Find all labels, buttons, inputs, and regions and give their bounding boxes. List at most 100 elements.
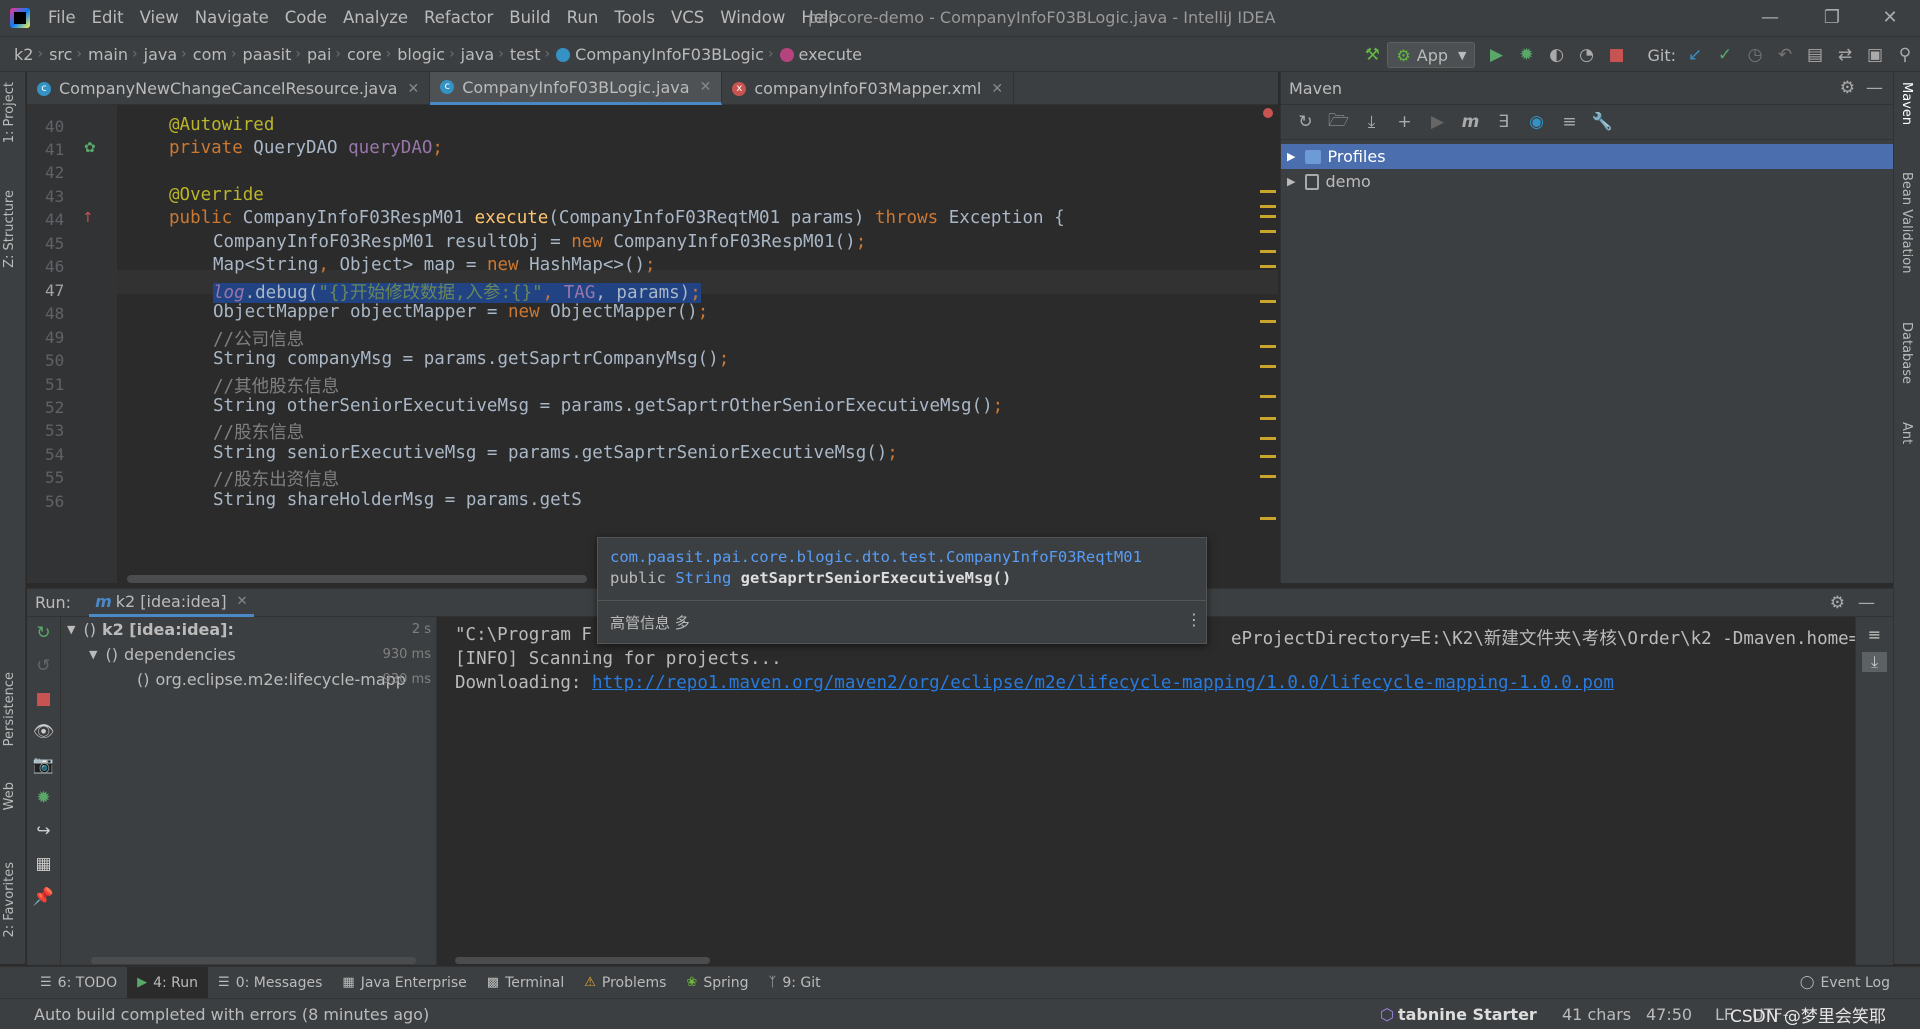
wrench-icon[interactable]: 🔧 [1586,112,1619,132]
search-everywhere-icon[interactable]: ⚲ [1890,40,1920,70]
warning-stripe[interactable] [1260,230,1276,233]
snapshot-icon[interactable]: 📷 [27,749,60,782]
add-folder-icon[interactable]: 🗁 [1322,108,1355,137]
translate-icon[interactable]: ⇄ [1830,40,1860,70]
breadcrumb-class[interactable]: CompanyInfoF03BLogic [550,45,768,64]
favorites-tool-button[interactable]: 2: Favorites [2,862,17,938]
messages-tab[interactable]: ☰ 0: Messages [208,967,332,999]
event-log-tab[interactable]: ◯ Event Log [1790,967,1900,999]
bean-gutter-icon[interactable]: ✿ [84,140,96,156]
breadcrumb-java-pkg[interactable]: java [455,45,499,64]
warning-stripe[interactable] [1260,475,1276,478]
exit-icon[interactable]: ↪ [27,815,60,848]
maven-tree-profiles[interactable]: ▶ Profiles [1281,144,1893,169]
spring-tab[interactable]: ❀ Spring [676,967,758,999]
menu-navigate[interactable]: Navigate [187,0,277,36]
override-gutter-icon[interactable]: ↑ [82,210,94,226]
close-icon[interactable]: ✕ [700,79,712,95]
tree-row-k2[interactable]: ▼ () k2 [idea:idea]: 2 s [61,617,437,642]
breadcrumb-com[interactable]: com [187,45,231,64]
database-tool-button[interactable]: Database [1899,322,1914,384]
warning-stripe[interactable] [1260,300,1276,303]
doc-class-name[interactable]: com.paasit.pai.core.blogic.dto.test.Comp… [610,548,1142,566]
java-enterprise-tab[interactable]: ▦ Java Enterprise [332,967,476,999]
build-hammer-icon[interactable]: ⚒ [1357,40,1387,70]
breadcrumb-method[interactable]: execute [774,45,866,64]
error-indicator-icon[interactable] [1263,108,1273,118]
scroll-to-end-icon[interactable]: ⤓ [1862,652,1887,672]
hide-panel-icon[interactable]: — [1858,593,1875,613]
hide-panel-icon[interactable]: — [1866,78,1883,98]
cursor-position[interactable]: 47:50 [1646,1005,1692,1024]
code-editor[interactable]: 40 41 42 43 44 45 46 47 48 49 50 51 52 5… [27,105,1278,583]
run-tab[interactable]: m k2 [idea:idea] ✕ [89,589,254,617]
tree-row-lifecycle[interactable]: () org.eclipse.m2e:lifecycle-mapp 930 ms [61,667,437,692]
skip-tests-icon[interactable]: ◉ [1520,112,1553,132]
execute-goal-icon[interactable]: m [1454,112,1487,132]
tabnine-status[interactable]: ⬡ tabnine Starter [1380,1005,1537,1024]
console-horizontal-scrollbar[interactable] [455,957,710,964]
git-update-icon[interactable]: ↙ [1680,40,1710,70]
breadcrumb-paasit[interactable]: paasit [237,45,296,64]
ant-tool-button[interactable]: Ant [1899,422,1914,444]
git-commit-icon[interactable]: ✓ [1710,40,1740,70]
warning-stripe[interactable] [1260,455,1276,458]
console-output[interactable]: "C:\Program F eProjectDirectory=E:\K2\新建… [437,617,1884,965]
menu-tools[interactable]: Tools [606,0,663,36]
tab-company-info-f03-mapper[interactable]: x companyInfoF03Mapper.xml ✕ [722,72,1015,105]
soft-wrap-icon[interactable]: ≡ [1856,625,1893,644]
maven-tool-button[interactable]: Maven [1899,82,1914,125]
git-history-icon[interactable]: ◷ [1740,40,1770,70]
menu-view[interactable]: View [132,0,187,36]
collapse-all-icon[interactable]: ≡ [1553,112,1586,132]
warning-stripe[interactable] [1260,417,1276,420]
restore-window-button[interactable]: ❐ [1808,0,1856,36]
warning-stripe[interactable] [1260,265,1276,268]
tree-horizontal-scrollbar[interactable] [91,957,416,964]
project-structure-icon[interactable]: ▤ [1800,40,1830,70]
project-tool-button[interactable]: 1: Project [2,82,17,143]
coverage-icon[interactable]: ◐ [1541,40,1571,70]
close-icon[interactable]: ✕ [237,594,248,609]
download-icon[interactable]: ⤓ [1355,112,1388,132]
close-window-button[interactable]: ✕ [1866,0,1914,36]
debug-icon[interactable]: ✹ [27,782,60,815]
breadcrumb-blogic[interactable]: blogic [391,45,449,64]
warning-stripe[interactable] [1260,320,1276,323]
todo-tab[interactable]: ☰ 6: TODO [30,967,127,999]
menu-edit[interactable]: Edit [84,0,132,36]
breadcrumb-k2[interactable]: k2 [0,45,37,64]
web-tool-button[interactable]: Web [2,782,17,810]
problems-tab[interactable]: ⚠ Problems [574,967,676,999]
expand-arrow-icon[interactable]: ▼ [89,648,97,661]
menu-build[interactable]: Build [501,0,558,36]
menu-refactor[interactable]: Refactor [416,0,501,36]
selection-chars[interactable]: 41 chars [1562,1005,1631,1024]
presentation-icon[interactable]: ▣ [1860,40,1890,70]
rerun-icon[interactable]: ↻ [27,617,60,650]
close-icon[interactable]: ✕ [407,81,419,97]
run-tab-bottom[interactable]: ▶ 4: Run [127,966,209,999]
tree-row-dependencies[interactable]: ▼ () dependencies 930 ms [61,642,437,667]
menu-analyze[interactable]: Analyze [335,0,416,36]
gear-icon[interactable]: ⚙ [1840,78,1855,98]
warning-stripe[interactable] [1260,365,1276,368]
breadcrumb-pai[interactable]: pai [301,45,335,64]
rerun-failed-icon[interactable]: ↺ [27,650,60,683]
menu-window[interactable]: Window [712,0,793,36]
maven-tree-demo[interactable]: ▶ demo [1281,169,1893,194]
menu-vcs[interactable]: VCS [663,0,712,36]
close-icon[interactable]: ✕ [991,81,1003,97]
tab-company-info-f03-blogic[interactable]: c CompanyInfoF03BLogic.java ✕ [430,72,723,105]
menu-code[interactable]: Code [277,0,335,36]
expand-arrow-icon[interactable]: ▶ [1287,150,1295,163]
expand-arrow-icon[interactable]: ▼ [67,623,75,636]
warning-stripe[interactable] [1260,250,1276,253]
minimize-window-button[interactable]: — [1746,0,1794,36]
breadcrumb-src[interactable]: src [43,45,76,64]
warning-stripe[interactable] [1260,190,1276,193]
profile-icon[interactable]: ◔ [1571,40,1601,70]
breadcrumb-core[interactable]: core [341,45,386,64]
breadcrumb-test[interactable]: test [504,45,545,64]
run-maven-icon[interactable]: ▶ [1421,112,1454,132]
